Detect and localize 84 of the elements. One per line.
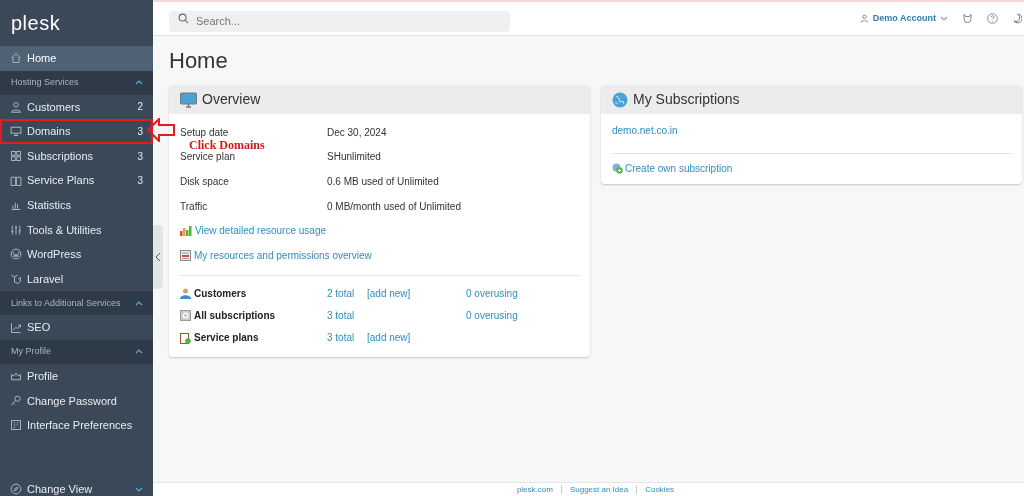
layout-icon bbox=[10, 419, 22, 432]
chevron-up-icon bbox=[135, 80, 143, 86]
detail-label: Setup date bbox=[180, 125, 229, 140]
search-field[interactable]: Search... bbox=[169, 10, 510, 32]
total-link[interactable]: 3 total bbox=[327, 330, 367, 346]
moon-icon[interactable] bbox=[1012, 13, 1022, 24]
card-title: My Subscriptions bbox=[633, 90, 740, 109]
person-icon bbox=[180, 288, 191, 300]
grid-icon bbox=[10, 150, 22, 163]
wordpress-icon bbox=[10, 248, 22, 261]
detail-value: Dec 30, 2024 bbox=[327, 125, 387, 140]
globe-plus-icon bbox=[612, 163, 623, 174]
chevron-down-icon bbox=[940, 16, 948, 21]
create-subscription-link[interactable]: Create own subscription bbox=[612, 161, 733, 176]
monitor-icon bbox=[180, 91, 197, 108]
section-header[interactable]: My Profile bbox=[0, 339, 153, 364]
chevron-up-icon bbox=[135, 300, 143, 306]
plesk-logo: plesk bbox=[10, 11, 62, 36]
add-new-link[interactable]: [add new] bbox=[367, 332, 411, 344]
clipboard-icon bbox=[180, 331, 191, 344]
annotation-label: Click Domains bbox=[189, 138, 265, 152]
compass-icon bbox=[10, 483, 22, 495]
item-count: 3 bbox=[137, 149, 143, 164]
collapse-sidebar-handle[interactable] bbox=[153, 225, 163, 289]
sidebar-item[interactable]: Home bbox=[0, 46, 153, 71]
overview-link[interactable]: My resources and permissions overview bbox=[180, 242, 372, 268]
card-title: Overview bbox=[202, 90, 261, 109]
change-view-item[interactable]: Change View bbox=[0, 482, 153, 496]
detail-label: Disk space bbox=[180, 175, 229, 189]
overview-link[interactable]: View detailed resource usage bbox=[180, 218, 326, 243]
help-icon[interactable] bbox=[987, 13, 998, 24]
sidebar-item[interactable]: Profile bbox=[0, 363, 153, 389]
stat-label: Customers bbox=[194, 287, 247, 302]
sidebar-item[interactable]: Subscriptions 3 bbox=[0, 143, 153, 169]
sidebar-item[interactable]: Domains 3 bbox=[0, 119, 153, 144]
sidebar-item[interactable]: Service Plans 3 bbox=[0, 168, 153, 193]
sidebar-item[interactable]: SEO bbox=[0, 315, 153, 340]
key-icon bbox=[10, 394, 22, 407]
detail-label: Traffic bbox=[180, 199, 208, 214]
sliders-icon bbox=[10, 223, 22, 236]
account-menu[interactable]: Demo Account bbox=[859, 11, 948, 26]
footer-link[interactable]: Suggest an Idea bbox=[569, 484, 629, 495]
bar-chart-icon bbox=[180, 225, 192, 237]
sidebar-item[interactable]: Laravel bbox=[0, 266, 153, 292]
globe-icon bbox=[612, 91, 628, 108]
crown-icon bbox=[10, 370, 22, 383]
detail-value: SHunlimited bbox=[327, 150, 381, 165]
page-title: Home bbox=[169, 48, 229, 74]
detail-value: 0.6 MB used of Unlimited bbox=[327, 175, 439, 189]
book-icon bbox=[10, 174, 22, 187]
sidebar-item[interactable]: Customers 2 bbox=[0, 94, 153, 120]
sidebar-item[interactable]: Statistics bbox=[0, 192, 153, 218]
user-icon bbox=[10, 100, 22, 113]
search-icon bbox=[178, 13, 189, 24]
annotation-arrow bbox=[147, 118, 175, 142]
user-icon bbox=[859, 14, 869, 23]
total-link[interactable]: 2 total bbox=[327, 286, 367, 302]
detail-label: Service plan bbox=[180, 150, 236, 165]
trend-chart-icon bbox=[10, 321, 22, 334]
overusing-link[interactable]: 0 overusing bbox=[466, 308, 518, 324]
sidebar-item[interactable]: Tools & Utilities bbox=[0, 217, 153, 243]
chevron-up-icon bbox=[135, 349, 143, 355]
footer-link[interactable]: plesk.com bbox=[516, 484, 553, 495]
item-count: 3 bbox=[137, 174, 143, 189]
chevron-down-icon bbox=[135, 486, 143, 492]
item-count: 3 bbox=[137, 125, 143, 139]
subscription-link[interactable]: demo.net.co.in bbox=[612, 123, 678, 139]
gear-icon bbox=[180, 310, 191, 322]
detail-value: 0 MB/month used of Unlimited bbox=[327, 199, 461, 214]
total-link[interactable]: 3 total bbox=[327, 308, 367, 324]
sidebar-item[interactable]: Change Password bbox=[0, 388, 153, 414]
overusing-link[interactable]: 0 overusing bbox=[466, 286, 518, 302]
add-new-link[interactable]: [add new] bbox=[367, 288, 411, 300]
section-header[interactable]: Hosting Services bbox=[0, 70, 153, 95]
footer-link[interactable]: Cookies bbox=[645, 484, 675, 495]
stat-label: All subscriptions bbox=[194, 309, 276, 324]
stat-label: Service plans bbox=[194, 331, 259, 346]
list-icon bbox=[180, 249, 191, 261]
section-header[interactable]: Links to Additional Services bbox=[0, 291, 153, 316]
item-count: 2 bbox=[137, 100, 143, 115]
monitor-icon bbox=[10, 125, 22, 138]
sidebar-item[interactable]: Interface Preferences bbox=[0, 413, 153, 438]
home-icon bbox=[10, 52, 22, 65]
sidebar-item[interactable]: WordPress bbox=[0, 242, 153, 267]
